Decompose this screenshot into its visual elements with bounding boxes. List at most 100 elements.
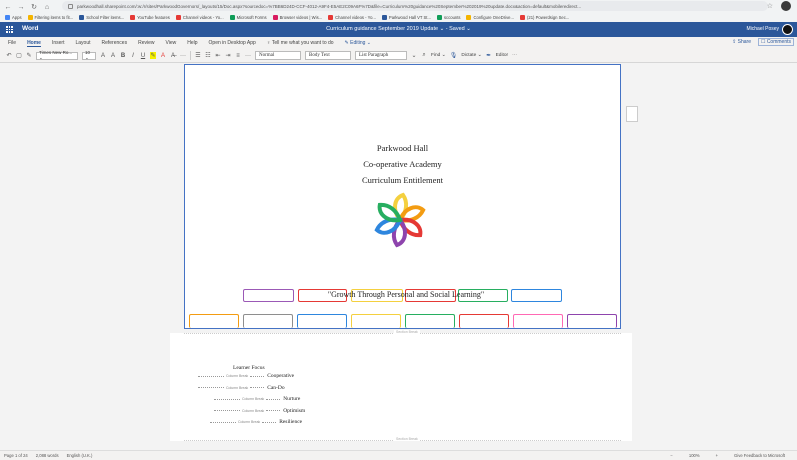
italic-icon[interactable]: I	[130, 53, 136, 59]
clear-formatting-icon[interactable]: A̶	[170, 53, 176, 59]
decrease-indent-icon[interactable]: ⇤	[215, 52, 221, 59]
find-button[interactable]: Find ⌄	[431, 53, 446, 58]
search-icon[interactable]: ⌕	[421, 52, 427, 59]
coloured-box	[459, 314, 509, 328]
bullets-icon[interactable]: ☰	[195, 52, 201, 59]
bookmark-item[interactable]: Apps	[5, 14, 22, 20]
focus-word: Resilience	[279, 419, 303, 425]
bookmark-label: Apps	[12, 14, 22, 20]
bookmark-item[interactable]: YouTube features	[130, 14, 170, 20]
word-title-bar: Word Curriculum guidance September 2019 …	[0, 22, 797, 37]
user-name[interactable]: Michael Posey	[746, 26, 779, 32]
page-count[interactable]: Page 1 of 24	[4, 453, 28, 458]
column-break-label: Column Break	[226, 374, 249, 378]
bookmark-item[interactable]: Configure OneDrive...	[466, 14, 514, 20]
grow-font-icon[interactable]: A	[100, 53, 106, 59]
coloured-box	[405, 314, 455, 328]
font-name-select[interactable]: Times New Ro... ⌄	[36, 50, 78, 60]
format-painter-icon[interactable]: ✎	[26, 52, 32, 59]
undo-icon[interactable]: ↶	[6, 52, 12, 59]
dotted-leader	[198, 387, 224, 388]
toolbar-divider	[190, 51, 191, 60]
increase-indent-icon[interactable]: ⇥	[225, 52, 231, 59]
share-button[interactable]: ⇪ Share	[732, 39, 751, 45]
bookmark-label: Channel videos - Yo...	[182, 14, 224, 20]
font-color-icon[interactable]: A	[160, 53, 166, 59]
coloured-box	[243, 314, 293, 328]
bookmark-item[interactable]: Filtering items to fit...	[27, 14, 73, 20]
tab-layout[interactable]: Layout	[75, 40, 90, 46]
word-count[interactable]: 2,088 words	[36, 453, 59, 458]
feedback-link[interactable]: Give Feedback to Microsoft	[734, 453, 785, 458]
bookmark-item[interactable]: School Filter items...	[79, 14, 124, 20]
document-title[interactable]: Curriculum guidance September 2019 Updat…	[0, 26, 797, 32]
address-bar[interactable]: parkwoodhall.sharepoint.com/:w:/r/sites/…	[62, 1, 768, 11]
bookmark-star-icon[interactable]: ☆	[767, 2, 773, 10]
more-options-button[interactable]: ···	[512, 53, 517, 58]
editor-button[interactable]: Editor	[496, 53, 509, 58]
more-icon[interactable]: ···	[180, 53, 186, 59]
comment-marker[interactable]	[626, 106, 638, 122]
bookmark-item[interactable]: Browser videos | Wis...	[272, 14, 322, 20]
bookmark-item[interactable]: Parkwood Hall VT St...	[381, 14, 431, 20]
numbering-icon[interactable]: ☷	[205, 52, 211, 59]
styles-dropdown-icon[interactable]: ⌄	[411, 52, 417, 59]
bookmark-item[interactable]: sccounts	[436, 14, 460, 20]
zoom-in-icon[interactable]: +	[716, 453, 718, 458]
title-academy: Co-operative Academy	[363, 159, 442, 169]
zoom-out-icon[interactable]: −	[670, 453, 672, 458]
tab-file[interactable]: File	[8, 40, 16, 46]
align-icon[interactable]: ≡	[235, 53, 241, 59]
paste-icon[interactable]: ▢	[16, 52, 22, 59]
bookmarks-bar: Apps Filtering items to fit... School Filt…	[0, 12, 797, 22]
focus-row: Column Break Optimism	[214, 407, 305, 415]
style-normal[interactable]: Normal	[255, 51, 301, 60]
bookmark-favicon-icon	[328, 14, 334, 20]
editor-icon[interactable]: ✒	[486, 52, 492, 59]
tab-review[interactable]: Review	[138, 40, 154, 46]
font-size-select[interactable]: 10 ⌄	[82, 50, 96, 60]
focus-row: Column Break Nurture	[214, 395, 300, 403]
bold-icon[interactable]: B	[120, 53, 126, 59]
bookmark-item[interactable]: Channel videos - Yo...	[175, 14, 224, 20]
tab-editing[interactable]: ✎ Editing ⌄	[345, 40, 371, 46]
style-body-text[interactable]: Body Text	[305, 51, 351, 60]
logo-petal	[377, 202, 403, 223]
forward-icon[interactable]: →	[16, 2, 26, 12]
coloured-box	[243, 289, 294, 302]
bookmark-favicon-icon	[130, 14, 136, 20]
underline-icon[interactable]: U	[140, 53, 146, 59]
bookmark-item[interactable]: (21) Powerdsign Sec...	[519, 14, 570, 20]
shrink-font-icon[interactable]: A	[110, 53, 116, 59]
language[interactable]: English (U.K.)	[67, 453, 93, 458]
tab-help[interactable]: Help	[187, 40, 197, 46]
tab-tell-me-what-you-want-to-do[interactable]: ♀ Tell me what you want to do	[267, 40, 334, 46]
bookmark-label: Microsoft Forms	[236, 14, 267, 20]
highlight-icon[interactable]: ✎	[150, 52, 156, 59]
column-break-label: Column Break	[238, 420, 261, 424]
back-icon[interactable]: ←	[3, 2, 13, 12]
tab-references[interactable]: References	[102, 40, 128, 46]
bookmark-label: YouTube features	[137, 14, 170, 20]
tab-home[interactable]: Home	[27, 40, 41, 47]
zoom-level[interactable]: 100%	[689, 453, 700, 458]
ribbon-toolbar: ↶ ▢ ✎ Times New Ro... ⌄ 10 ⌄ A A B I U ✎…	[0, 49, 797, 63]
dictate-button[interactable]: Dictate ⌄	[461, 53, 481, 58]
style-list-paragraph[interactable]: List Paragraph	[355, 51, 407, 60]
bookmark-label: (21) Powerdsign Sec...	[526, 14, 570, 20]
dotted-leader	[266, 398, 281, 400]
comments-button[interactable]: ☐ Comments	[757, 38, 794, 46]
bookmark-item[interactable]: Channel videos - Yo...	[328, 14, 376, 20]
more-paragraph-icon[interactable]: ···	[245, 53, 251, 59]
tab-insert[interactable]: Insert	[52, 40, 65, 46]
bookmark-favicon-icon	[175, 14, 181, 20]
microphone-icon[interactable]: 🎙	[450, 52, 458, 59]
tab-open-in-desktop-app[interactable]: Open in Desktop App	[209, 40, 256, 46]
bookmark-item[interactable]: Microsoft Forms	[229, 14, 267, 20]
browser-profile-avatar[interactable]	[781, 1, 791, 11]
reload-icon[interactable]: ↻	[29, 2, 39, 12]
home-icon[interactable]: ⌂	[42, 2, 52, 12]
user-avatar[interactable]	[782, 24, 793, 35]
tab-view[interactable]: View	[165, 40, 176, 46]
bookmark-favicon-icon	[27, 14, 33, 20]
